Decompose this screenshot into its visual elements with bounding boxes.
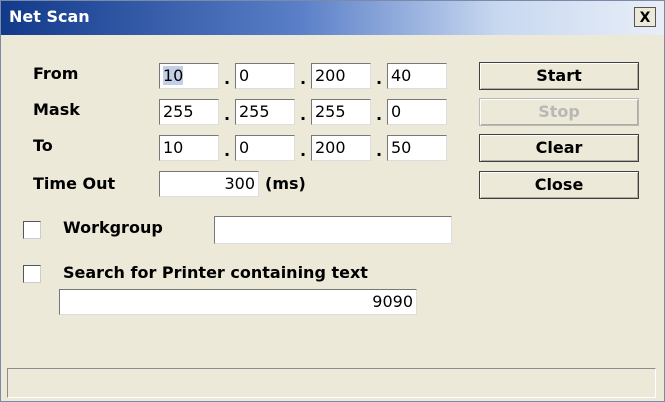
from-octet-1-input[interactable]: 10 xyxy=(159,63,219,89)
window-title: Net Scan xyxy=(9,7,90,26)
mask-octet-1-input[interactable]: 255 xyxy=(159,99,219,125)
close-window-button[interactable]: X xyxy=(634,7,656,27)
from-octet-2-input[interactable]: 0 xyxy=(235,63,295,89)
to-octet-2-input[interactable]: 0 xyxy=(235,135,295,161)
mask-dot-1: . xyxy=(224,105,231,124)
from-octet-1-value: 10 xyxy=(163,66,184,85)
workgroup-checkbox[interactable] xyxy=(23,221,41,239)
to-octet-3-input[interactable]: 200 xyxy=(311,135,371,161)
mask-label: Mask xyxy=(33,100,80,119)
timeout-label: Time Out xyxy=(33,174,116,193)
clear-button[interactable]: Clear xyxy=(479,134,639,162)
from-dot-3: . xyxy=(376,69,383,88)
close-button[interactable]: Close xyxy=(479,171,639,199)
title-bar[interactable]: Net Scan X xyxy=(1,1,664,35)
mask-octet-4-input[interactable]: 0 xyxy=(387,99,447,125)
search-printer-checkbox[interactable] xyxy=(23,265,41,283)
start-button[interactable]: Start xyxy=(479,62,639,90)
mask-octet-3-input[interactable]: 255 xyxy=(311,99,371,125)
to-dot-1: . xyxy=(224,141,231,160)
timeout-input[interactable]: 300 xyxy=(159,171,259,197)
stop-button[interactable]: Stop xyxy=(479,98,639,126)
mask-dot-2: . xyxy=(300,105,307,124)
to-label: To xyxy=(33,136,53,155)
workgroup-label: Workgroup xyxy=(63,218,163,237)
timeout-unit-label: (ms) xyxy=(265,174,306,193)
to-octet-1-input[interactable]: 10 xyxy=(159,135,219,161)
to-octet-4-input[interactable]: 50 xyxy=(387,135,447,161)
mask-octet-2-input[interactable]: 255 xyxy=(235,99,295,125)
from-octet-3-input[interactable]: 200 xyxy=(311,63,371,89)
from-dot-2: . xyxy=(300,69,307,88)
workgroup-input[interactable] xyxy=(214,216,452,244)
status-bar xyxy=(7,368,656,398)
from-dot-1: . xyxy=(224,69,231,88)
printer-text-input[interactable]: 9090 xyxy=(59,289,417,315)
search-printer-label: Search for Printer containing text xyxy=(63,263,368,282)
to-dot-3: . xyxy=(376,141,383,160)
from-label: From xyxy=(33,64,79,83)
mask-dot-3: . xyxy=(376,105,383,124)
from-octet-4-input[interactable]: 40 xyxy=(387,63,447,89)
net-scan-dialog: Net Scan X From 10 . 0 . 200 . 40 Mask 2… xyxy=(0,0,665,402)
to-dot-2: . xyxy=(300,141,307,160)
